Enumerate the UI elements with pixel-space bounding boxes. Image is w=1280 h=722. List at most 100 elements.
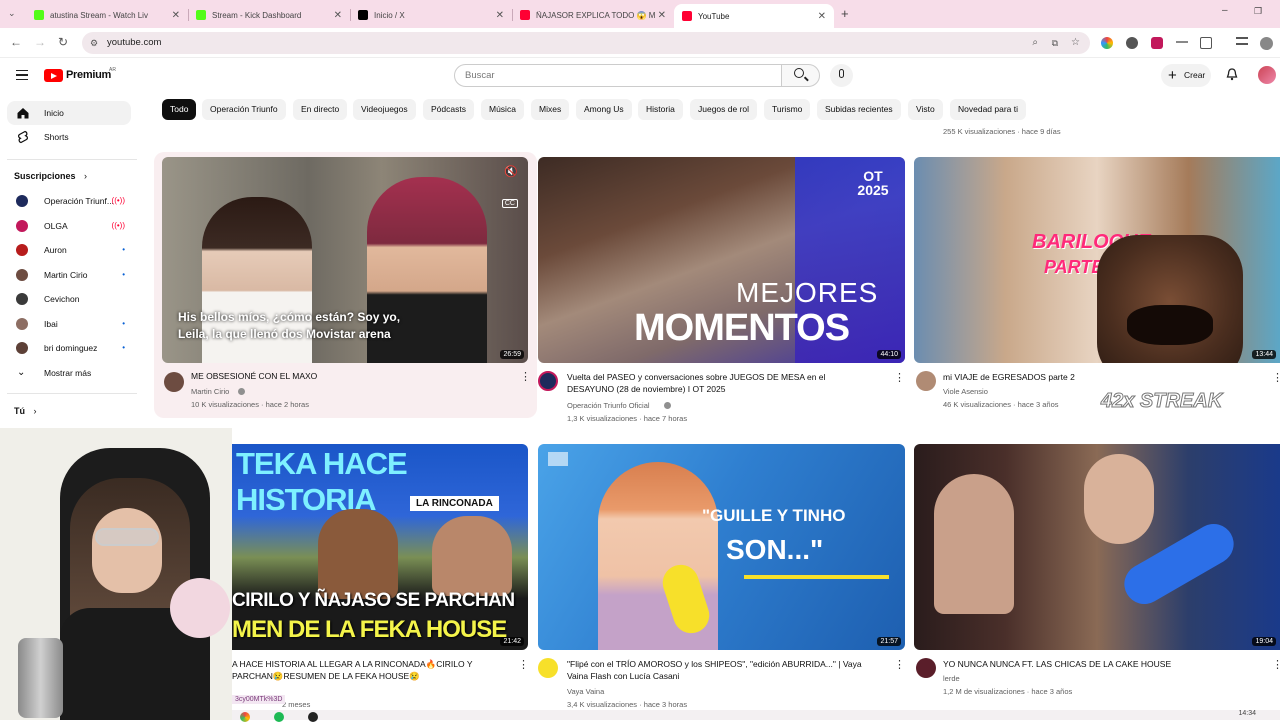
sidebar-item-shorts[interactable]: Shorts (7, 125, 131, 149)
subscriptions-heading[interactable]: Suscripciones › (14, 171, 87, 181)
chip-podcasts[interactable]: Pódcasts (423, 99, 474, 120)
video-thumbnail[interactable]: BARILOCHE PARTE 2 13:44 (914, 157, 1280, 363)
more-options-icon[interactable]: ⋮ (520, 370, 531, 383)
chip-among-us[interactable]: Among Us (576, 99, 632, 120)
chip-subidas-recientes[interactable]: Subidas recientes (817, 99, 901, 120)
new-tab-icon[interactable]: + (841, 6, 849, 21)
tab-x-home[interactable]: Inicio / X ✕ (350, 4, 512, 26)
chip-novedad[interactable]: Novedad para ti (950, 99, 1027, 120)
tab-close-icon[interactable]: ✕ (334, 10, 342, 21)
sidebar-item-sub[interactable]: Martin Cirio • (7, 263, 131, 287)
reading-list-icon[interactable] (1236, 37, 1248, 45)
chip-visto[interactable]: Visto (908, 99, 943, 120)
tab-close-icon[interactable]: ✕ (658, 10, 666, 21)
tab-kick-dashboard[interactable]: Stream - Kick Dashboard ✕ (188, 4, 350, 26)
video-title[interactable]: "Flipé con el TRÍO AMOROSO y los SHIPEOS… (567, 658, 877, 682)
chip-mixes[interactable]: Mixes (531, 99, 570, 120)
hamburger-menu-icon[interactable] (16, 70, 28, 80)
extension-colorful-icon[interactable] (1101, 37, 1113, 49)
chip-todo[interactable]: Todo (162, 99, 197, 120)
sidebar-item-sub[interactable]: Auron • (7, 238, 131, 262)
more-options-icon[interactable]: ⋮ (894, 371, 905, 384)
video-card[interactable]: OT 2025 MEJORES MOMENTOS 44:10 Vuelta de… (538, 157, 908, 427)
forward-icon[interactable]: → (34, 35, 46, 49)
chip-videojuegos[interactable]: Videojuegos (353, 99, 416, 120)
tab-close-icon[interactable]: ✕ (496, 10, 504, 21)
channel-name[interactable]: Martin Cirio (191, 385, 229, 398)
chip-en-directo[interactable]: En directo (293, 99, 348, 120)
search-input[interactable]: Buscar (454, 64, 782, 87)
minimize-icon[interactable]: – (1222, 5, 1228, 16)
channel-avatar[interactable] (538, 658, 558, 678)
account-avatar[interactable] (1258, 66, 1276, 84)
show-more-button[interactable]: ⌄ Mostrar más (7, 361, 131, 385)
video-thumbnail[interactable]: 19:04 (914, 444, 1280, 650)
video-thumbnail[interactable]: TEKA HACE HISTORIA LA RINCONADA CIRILO Y… (232, 444, 528, 650)
chrome-taskbar-icon[interactable] (240, 712, 250, 722)
create-button[interactable]: + Crear (1161, 64, 1211, 87)
more-options-icon[interactable]: ⋮ (1272, 658, 1280, 671)
video-card[interactable]: 19:04 YO NUNCA NUNCA FT. LAS CHICAS DE L… (914, 444, 1280, 710)
video-title[interactable]: YO NUNCA NUNCA FT. LAS CHICAS DE LA CAKE… (943, 658, 1243, 670)
back-icon[interactable]: ← (10, 35, 22, 49)
video-title[interactable]: ME OBSESIONÉ CON EL MAXO (191, 370, 491, 382)
video-title[interactable]: mi VIAJE de EGRESADOS parte 2 (943, 371, 1143, 383)
video-card[interactable]: "GUILLE Y TINHO SON..." 21:57 "Flipé con… (538, 444, 908, 710)
more-options-icon[interactable]: ⋮ (518, 658, 529, 671)
tab-close-icon[interactable]: ✕ (818, 11, 826, 22)
notifications-bell-icon[interactable] (1226, 68, 1238, 81)
video-thumbnail[interactable]: "GUILLE Y TINHO SON..." 21:57 (538, 444, 905, 650)
video-preview[interactable]: His bellos míos, ¿cómo están? Soy yo, Le… (162, 157, 528, 363)
extension-circle-icon[interactable] (1126, 37, 1138, 49)
chip-juegos-de-rol[interactable]: Juegos de rol (690, 99, 758, 120)
extension-shield-icon[interactable] (1151, 37, 1163, 49)
sidebar-item-sub[interactable]: Operación Triunf... ((•)) (7, 189, 131, 213)
youtube-logo-icon[interactable] (44, 69, 63, 82)
app-taskbar-icon[interactable] (308, 712, 318, 722)
sidebar-item-sub[interactable]: bri dominguez • (7, 336, 131, 360)
tab-search-icon[interactable]: ⌄ (8, 8, 16, 19)
channel-avatar[interactable] (538, 371, 558, 391)
bookmark-star-icon[interactable]: ☆ (1071, 32, 1080, 54)
channel-name[interactable]: Operación Triunfo Oficial (567, 399, 650, 412)
channel-name[interactable]: Vaya Vaina (567, 685, 604, 698)
video-title[interactable]: A HACE HISTORIA AL LLEGAR A LA RINCONADA… (232, 658, 502, 682)
tab-close-icon[interactable]: ✕ (172, 10, 180, 21)
channel-name[interactable]: lerde (943, 672, 960, 685)
tab-kick-watch[interactable]: atustina Stream - Watch Liv ✕ (26, 4, 188, 26)
site-info-icon[interactable]: ⚙ (90, 32, 98, 54)
search-button[interactable] (781, 64, 820, 87)
restore-icon[interactable]: ❐ (1254, 6, 1262, 17)
address-bar[interactable]: ⚙ youtube.com ⌕ ⧉ ☆ (82, 32, 1090, 54)
sidebar-item-sub[interactable]: Cevichon (7, 287, 131, 311)
video-title[interactable]: Vuelta del PASEO y conversaciones sobre … (567, 371, 867, 395)
tab-youtube-home[interactable]: YouTube ✕ (674, 4, 834, 28)
video-card[interactable]: His bellos míos, ¿cómo están? Soy yo, Le… (154, 152, 537, 418)
tab-youtube-video[interactable]: ÑAJASOR EXPLICA TODO 😱 M ✕ (512, 4, 674, 26)
chip-turismo[interactable]: Turismo (764, 99, 811, 120)
video-card[interactable]: BARILOCHE PARTE 2 13:44 mi VIAJE de EGRE… (914, 157, 1280, 427)
sidebar-item-sub[interactable]: OLGA ((•)) (7, 214, 131, 238)
sidebar-item-inicio[interactable]: Inicio (7, 101, 131, 125)
voice-search-button[interactable] (830, 64, 853, 87)
channel-avatar[interactable] (916, 658, 936, 678)
chip-operacion-triunfo[interactable]: Operación Triunfo (202, 99, 286, 120)
sidebar-item-sub[interactable]: Ibai • (7, 312, 131, 336)
chip-musica[interactable]: Música (481, 99, 524, 120)
zoom-icon[interactable]: ⌕ (1032, 32, 1038, 54)
brand-label[interactable]: Premium (66, 69, 111, 81)
more-options-icon[interactable]: ⋮ (894, 658, 905, 671)
video-card[interactable]: TEKA HACE HISTORIA LA RINCONADA CIRILO Y… (232, 444, 532, 710)
chip-historia[interactable]: Historia (638, 99, 683, 120)
channel-avatar[interactable] (916, 371, 936, 391)
you-section-heading[interactable]: Tú › (14, 406, 37, 416)
captions-icon[interactable]: CC (501, 199, 518, 208)
more-options-icon[interactable]: ⋮ (1272, 371, 1280, 384)
channel-avatar[interactable] (164, 372, 184, 392)
profile-icon[interactable] (1260, 37, 1273, 50)
mute-icon[interactable]: 🔇 (504, 165, 518, 178)
channel-name[interactable]: Viole Asensio (943, 385, 988, 398)
extensions-puzzle-icon[interactable] (1200, 37, 1212, 49)
reload-icon[interactable]: ↻ (58, 35, 68, 49)
spotify-taskbar-icon[interactable] (274, 712, 284, 722)
